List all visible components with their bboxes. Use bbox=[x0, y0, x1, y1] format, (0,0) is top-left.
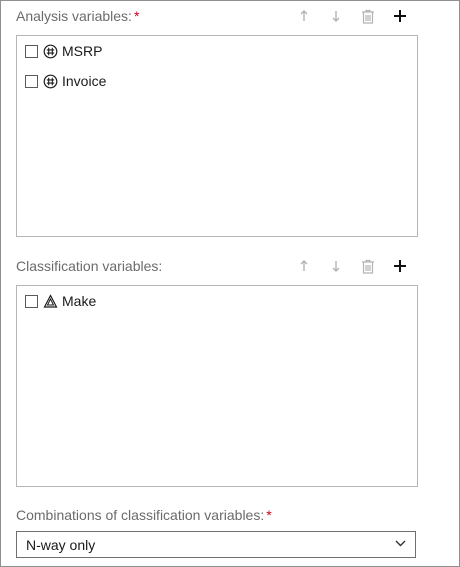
classification-variables-list[interactable]: Make bbox=[16, 285, 418, 487]
numeric-variable-icon bbox=[43, 74, 58, 88]
delete-button[interactable] bbox=[352, 6, 384, 26]
classification-toolbar bbox=[288, 256, 416, 276]
arrow-down-icon bbox=[332, 11, 340, 22]
variable-name: MSRP bbox=[62, 43, 103, 59]
variable-name: Make bbox=[62, 293, 97, 309]
task-panel: Analysis variables: * MSRP Invoice Class… bbox=[0, 0, 460, 567]
move-down-button[interactable] bbox=[320, 256, 352, 276]
analysis-variables-label: Analysis variables: * bbox=[16, 8, 140, 24]
list-item[interactable]: Make bbox=[25, 290, 96, 312]
item-checkbox[interactable] bbox=[25, 44, 38, 58]
classification-variables-label: Classification variables: bbox=[16, 258, 163, 274]
move-up-button[interactable] bbox=[288, 256, 320, 276]
trash-icon bbox=[362, 259, 374, 274]
add-button[interactable] bbox=[384, 6, 416, 26]
item-checkbox[interactable] bbox=[25, 74, 38, 88]
delete-button[interactable] bbox=[352, 256, 384, 276]
list-item[interactable]: Invoice bbox=[25, 70, 106, 92]
dropdown-selected-value: N-way only bbox=[26, 536, 96, 553]
required-marker: * bbox=[266, 507, 272, 523]
plus-icon bbox=[394, 10, 406, 22]
analysis-toolbar bbox=[288, 6, 416, 26]
required-marker: * bbox=[133, 8, 140, 24]
arrow-down-icon bbox=[332, 261, 340, 272]
combinations-dropdown[interactable]: N-way only bbox=[16, 531, 416, 558]
arrow-up-icon bbox=[300, 260, 308, 271]
move-down-button[interactable] bbox=[320, 6, 352, 26]
analysis-variables-list[interactable]: MSRP Invoice bbox=[16, 35, 418, 237]
chevron-down-icon bbox=[395, 540, 406, 547]
item-checkbox[interactable] bbox=[25, 294, 38, 308]
list-item[interactable]: MSRP bbox=[25, 40, 102, 62]
character-variable-icon bbox=[43, 293, 58, 308]
trash-icon bbox=[362, 9, 374, 24]
variable-name: Invoice bbox=[62, 73, 107, 89]
arrow-up-icon bbox=[300, 10, 308, 21]
numeric-variable-icon bbox=[43, 44, 58, 58]
add-button[interactable] bbox=[384, 256, 416, 276]
combinations-label: Combinations of classification variables… bbox=[16, 507, 272, 523]
plus-icon bbox=[394, 260, 406, 272]
move-up-button[interactable] bbox=[288, 6, 320, 26]
